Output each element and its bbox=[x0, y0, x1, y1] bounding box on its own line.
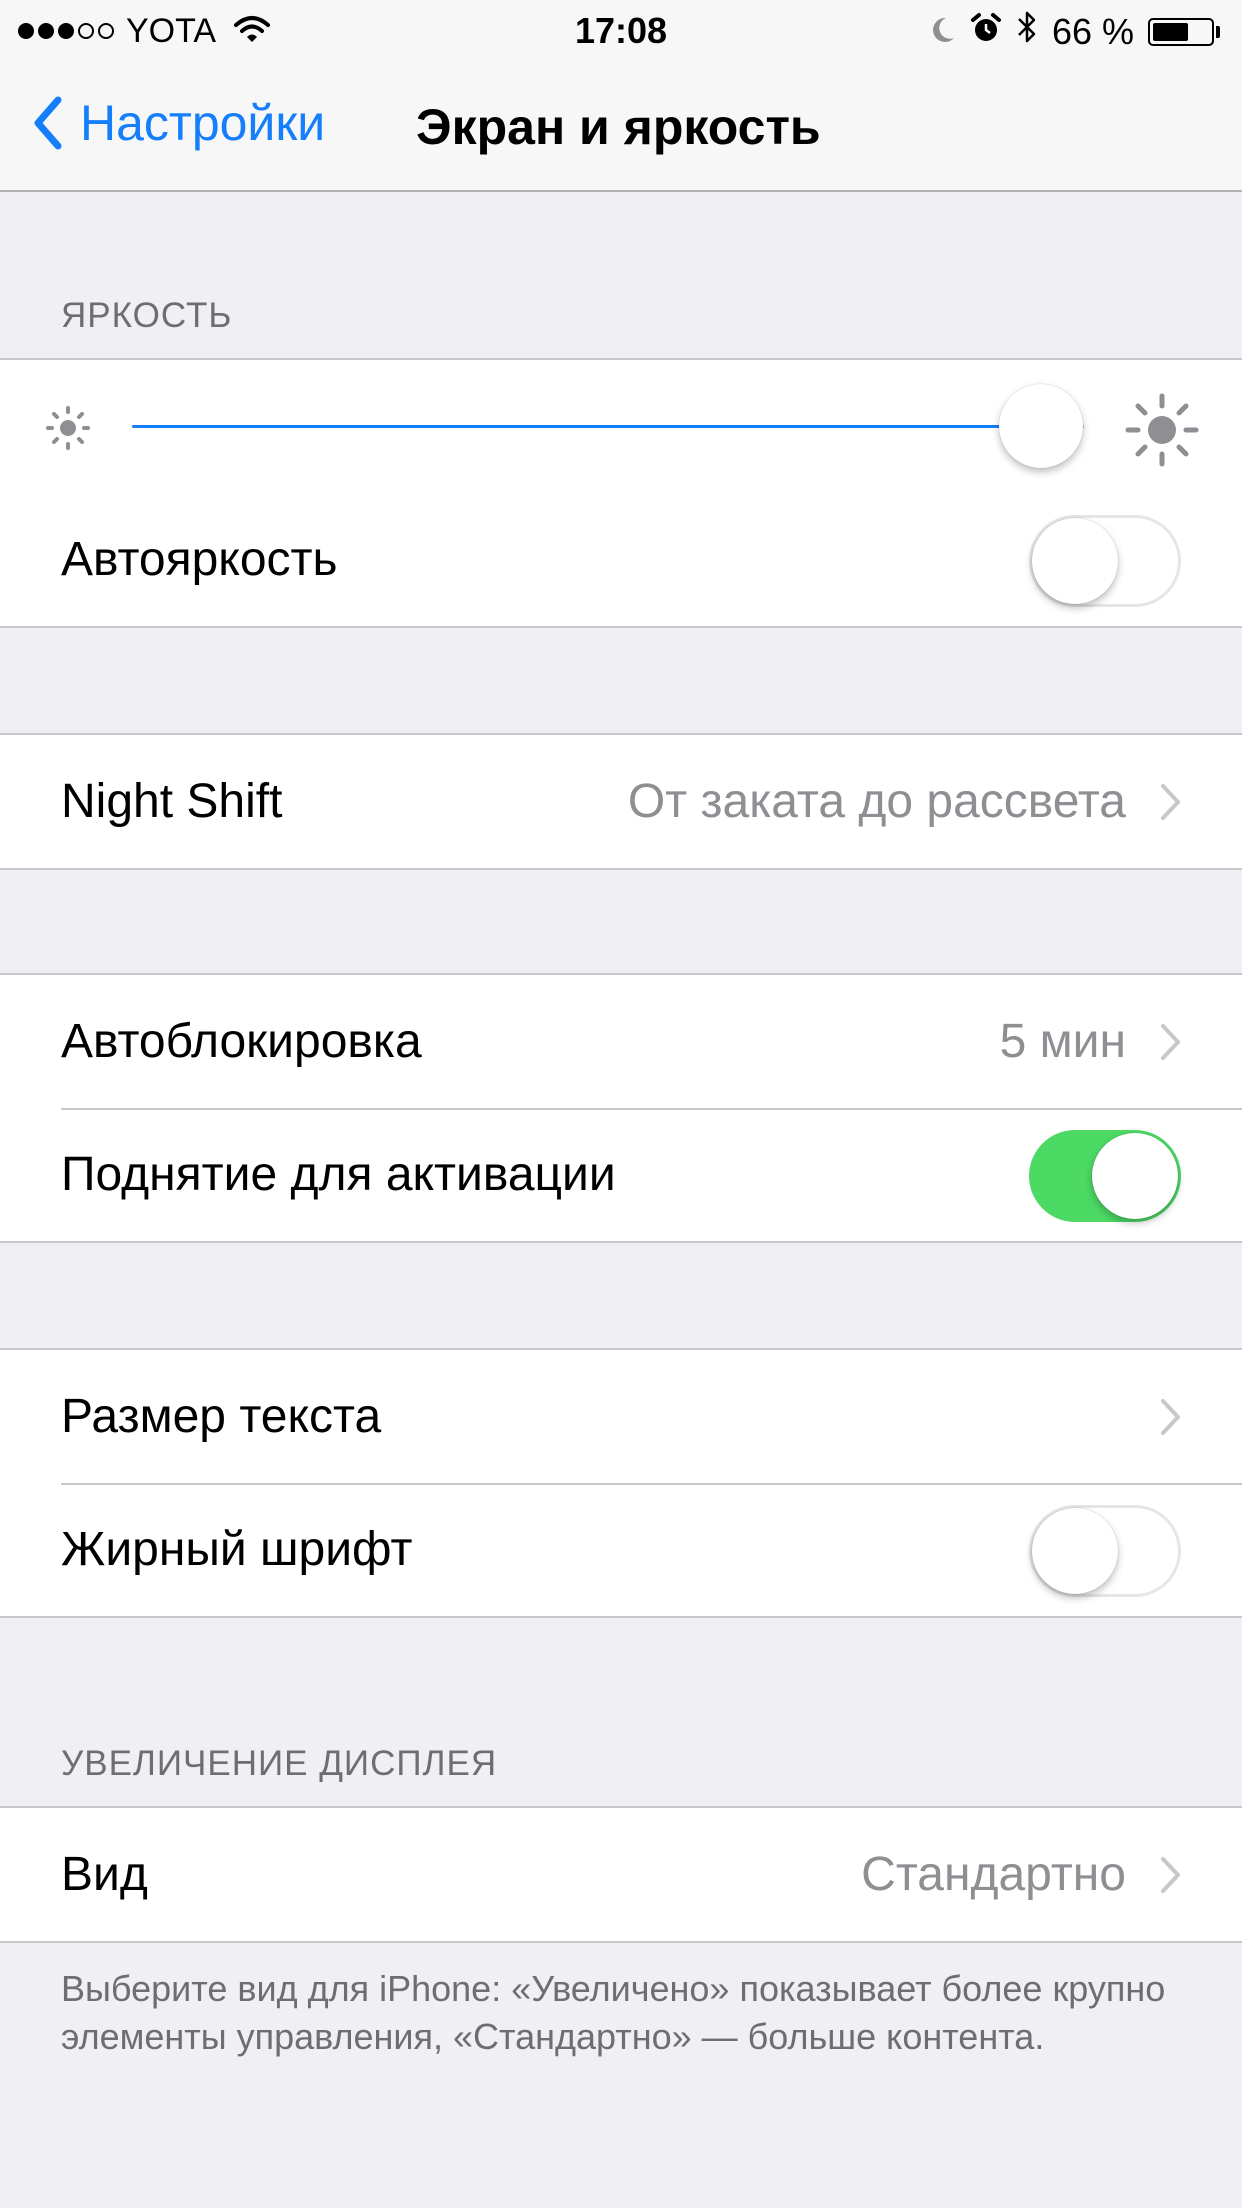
chevron-left-icon bbox=[34, 96, 62, 150]
lock-group: Автоблокировка 5 мин Поднятие для актива… bbox=[0, 973, 1242, 1243]
auto-brightness-switch[interactable] bbox=[1029, 515, 1181, 607]
battery-fill bbox=[1153, 22, 1188, 41]
battery-percent: 66 % bbox=[1051, 10, 1134, 52]
bluetooth-icon bbox=[1016, 10, 1038, 53]
section-header-brightness: ЯРКОСТЬ bbox=[61, 296, 233, 335]
raise-to-wake-row: Поднятие для активации bbox=[0, 1108, 1242, 1241]
sun-small-icon bbox=[42, 402, 94, 459]
chevron-right-icon bbox=[1161, 784, 1180, 820]
status-bar: YOTA 17:08 66 % bbox=[0, 0, 1242, 60]
alarm-icon bbox=[970, 11, 1002, 53]
chevron-right-icon bbox=[1161, 1024, 1180, 1060]
text-size-label: Размер текста bbox=[61, 1390, 382, 1443]
night-shift-row[interactable]: Night Shift От заката до рассвета bbox=[0, 735, 1242, 868]
raise-to-wake-label: Поднятие для активации bbox=[61, 1148, 616, 1201]
text-size-row[interactable]: Размер текста bbox=[0, 1350, 1242, 1483]
switch-knob bbox=[1032, 1508, 1118, 1594]
battery-tip bbox=[1216, 25, 1220, 38]
display-zoom-footer: Выберите вид для iPhone: «Увеличено» пок… bbox=[61, 1968, 1166, 2057]
bold-text-label: Жирный шрифт bbox=[61, 1523, 413, 1576]
brightness-slider-row bbox=[0, 360, 1242, 493]
bold-text-switch[interactable] bbox=[1029, 1505, 1181, 1597]
back-button[interactable]: Настройки bbox=[32, 94, 325, 152]
night-shift-label: Night Shift bbox=[61, 775, 283, 828]
chevron-right-icon bbox=[1161, 1857, 1180, 1893]
back-button-label: Настройки bbox=[80, 95, 326, 151]
sun-large-icon bbox=[1124, 392, 1200, 473]
switch-knob bbox=[1032, 518, 1118, 604]
text-group: Размер текста Жирный шрифт bbox=[0, 1348, 1242, 1618]
view-row[interactable]: Вид Стандартно bbox=[0, 1808, 1242, 1941]
raise-to-wake-switch[interactable] bbox=[1029, 1130, 1181, 1222]
bold-text-row: Жирный шрифт bbox=[0, 1483, 1242, 1616]
view-value: Стандартно bbox=[861, 1848, 1126, 1901]
auto-brightness-row: Автояркость bbox=[0, 493, 1242, 626]
status-right: 66 % bbox=[916, 10, 1220, 53]
view-label: Вид bbox=[61, 1848, 148, 1901]
auto-brightness-label: Автояркость bbox=[61, 533, 338, 586]
brightness-slider-track[interactable] bbox=[132, 384, 1084, 468]
night-shift-value: От заката до рассвета bbox=[627, 775, 1126, 828]
moon-icon bbox=[930, 11, 956, 53]
chevron-right-icon bbox=[1161, 1399, 1180, 1435]
brightness-slider-fill bbox=[132, 425, 1042, 428]
autolock-row[interactable]: Автоблокировка 5 мин bbox=[0, 975, 1242, 1108]
battery-icon bbox=[1148, 17, 1214, 46]
brightness-slider-thumb[interactable] bbox=[999, 384, 1084, 468]
brightness-group: Автояркость bbox=[0, 358, 1242, 628]
night-shift-group: Night Shift От заката до рассвета bbox=[0, 733, 1242, 870]
autolock-label: Автоблокировка bbox=[61, 1015, 422, 1068]
page-title: Экран и яркость bbox=[416, 99, 821, 155]
autolock-value: 5 мин bbox=[999, 1015, 1126, 1068]
section-header-display-zoom: УВЕЛИЧЕНИЕ ДИСПЛЕЯ bbox=[61, 1744, 498, 1783]
switch-knob bbox=[1092, 1133, 1178, 1219]
display-zoom-group: Вид Стандартно bbox=[0, 1806, 1242, 1943]
navigation-bar: Настройки Экран и яркость bbox=[0, 60, 1242, 192]
